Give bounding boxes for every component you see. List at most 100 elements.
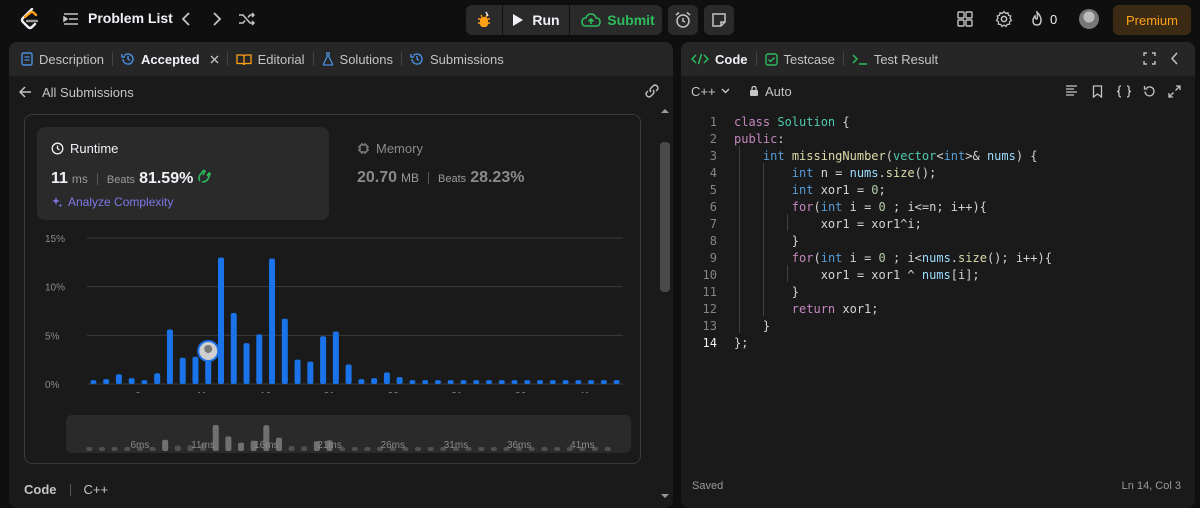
chart-bar[interactable] [115,374,122,384]
code-line[interactable]: 14}; [681,335,1195,352]
chart-bar[interactable] [243,343,250,384]
tab-code[interactable]: Code [681,42,756,76]
link-icon[interactable] [644,83,660,99]
runtime-stat[interactable]: Runtime 11 ms Beats 81.59% Analyze Compl… [37,127,329,220]
scroll-thumb[interactable] [660,142,670,292]
problem-list-link[interactable]: Problem List [88,10,173,26]
scroll-up-icon[interactable] [659,107,671,115]
code-line[interactable]: 12 return xor1; [681,301,1195,318]
code-line[interactable]: 2 public: [681,131,1195,148]
avatar[interactable] [1079,9,1099,29]
chart-bar[interactable] [128,378,135,384]
streak-counter[interactable]: 0 [1030,9,1057,29]
chart-bar[interactable] [447,380,454,384]
scrollbar[interactable] [659,104,671,504]
chart-bar[interactable] [294,359,301,384]
chart-bar[interactable] [218,257,224,384]
code-line[interactable]: 9 for(int i = 0 ; i<nums.size(); i++){ [681,250,1195,267]
code-line[interactable]: 1 class Solution { [681,114,1195,131]
language-select[interactable]: C++ [691,84,730,99]
chart-bar[interactable] [230,312,237,384]
code-line[interactable]: 5 int xor1 = 0; [681,182,1195,199]
chart-bar[interactable] [396,377,403,384]
code-line[interactable]: 4 int n = nums.size(); [681,165,1195,182]
tab-testcase[interactable]: Testcase [757,42,843,76]
prev-problem-icon[interactable] [176,9,196,29]
tab-accepted[interactable]: Accepted [113,42,227,76]
chart-bar[interactable] [269,258,276,384]
code-line[interactable]: 10 xor1 = xor1 ^ nums[i]; [681,267,1195,284]
reset-icon[interactable] [1143,85,1156,98]
chart-bar[interactable] [511,380,518,384]
back-arrow-icon[interactable] [19,86,32,98]
chart-bar[interactable] [498,380,505,384]
premium-button[interactable]: Premium [1113,5,1191,35]
tab-description[interactable]: Description [9,42,112,76]
chart-bar[interactable] [383,372,390,384]
close-icon[interactable] [210,55,219,64]
all-submissions-link[interactable]: All Submissions [42,85,134,100]
debug-icon[interactable] [470,7,498,33]
braces-icon[interactable] [1116,84,1132,98]
chart-bar[interactable] [460,380,467,384]
chart-bar[interactable] [256,334,263,384]
chart-bar[interactable] [473,380,480,384]
tab-editorial[interactable]: Editorial [228,42,313,76]
code-line[interactable]: 13 } [681,318,1195,335]
submit-button[interactable]: Submit [574,5,662,35]
run-button[interactable]: Run [502,5,570,35]
chart-bar[interactable] [422,380,429,384]
chart-bar[interactable] [307,361,314,384]
chart-bar[interactable] [600,380,607,384]
chart-bar[interactable] [192,356,199,384]
chart-range-slider[interactable]: 6ms 11ms 16ms 21ms 26ms 31ms 36ms 41ms [66,415,631,453]
chart-bar[interactable] [371,378,378,384]
chart-bar[interactable] [524,380,531,384]
code-line[interactable]: 7 xor1 = xor1^i; [681,216,1195,233]
collapse-icon[interactable] [1171,52,1179,65]
chart-bar[interactable] [486,380,492,384]
chart-bar[interactable] [90,380,97,384]
layout-icon[interactable] [954,9,976,29]
chart-bar[interactable] [409,380,416,384]
analyze-complexity-link[interactable]: Analyze Complexity [51,195,173,209]
tab-test-result[interactable]: Test Result [844,42,946,76]
chart-bar[interactable] [549,380,556,384]
code-line[interactable]: 8 } [681,233,1195,250]
maximize-icon[interactable] [1143,52,1156,65]
chart-bar[interactable] [103,379,110,384]
shuffle-icon[interactable] [237,9,257,29]
chart-bar[interactable] [345,364,352,384]
chart-bar[interactable] [154,373,161,384]
chart-bar[interactable] [332,331,339,384]
code-editor[interactable]: 1 class Solution {2 public: 3 int missingNu… [681,112,1195,472]
code-line[interactable]: 6 for(int i = 0 ; i<=n; i++){ [681,199,1195,216]
auto-mode[interactable]: Auto [749,84,792,99]
chart-bar[interactable] [613,380,620,384]
tab-submissions[interactable]: Submissions [402,42,512,76]
runtime-distribution-chart[interactable]: 0% 5% 10% 15% 6ms 11ms 16ms 21ms 26ms 31ms 36ms 41m… [45,233,635,393]
next-problem-icon[interactable] [207,9,227,29]
tab-solutions[interactable]: Solutions [314,42,401,76]
chart-bar[interactable] [575,380,582,384]
chart-bar[interactable] [358,379,365,384]
code-line[interactable]: 3 int missingNumber(vector<int>& nums) { [681,148,1195,165]
chart-bar[interactable] [434,380,441,384]
chart-bar[interactable] [141,380,148,384]
scroll-down-icon[interactable] [659,492,671,500]
format-icon[interactable] [1065,85,1078,97]
chart-bar[interactable] [179,357,186,384]
chart-bar[interactable] [166,329,173,384]
gear-icon[interactable] [993,9,1015,29]
chart-bar[interactable] [537,380,544,384]
chart-bar[interactable] [281,318,288,384]
chart-bar[interactable] [588,380,595,384]
bookmark-icon[interactable] [1092,84,1103,98]
memory-stat[interactable]: Memory 20.70 MB Beats 28.23% [343,127,543,220]
note-icon[interactable] [704,5,734,35]
chart-bar[interactable] [562,380,569,384]
code-line[interactable]: 11 } [681,284,1195,301]
problem-list-icon[interactable] [63,11,79,27]
chart-bar[interactable] [320,336,327,384]
expand-icon[interactable] [1168,84,1181,98]
